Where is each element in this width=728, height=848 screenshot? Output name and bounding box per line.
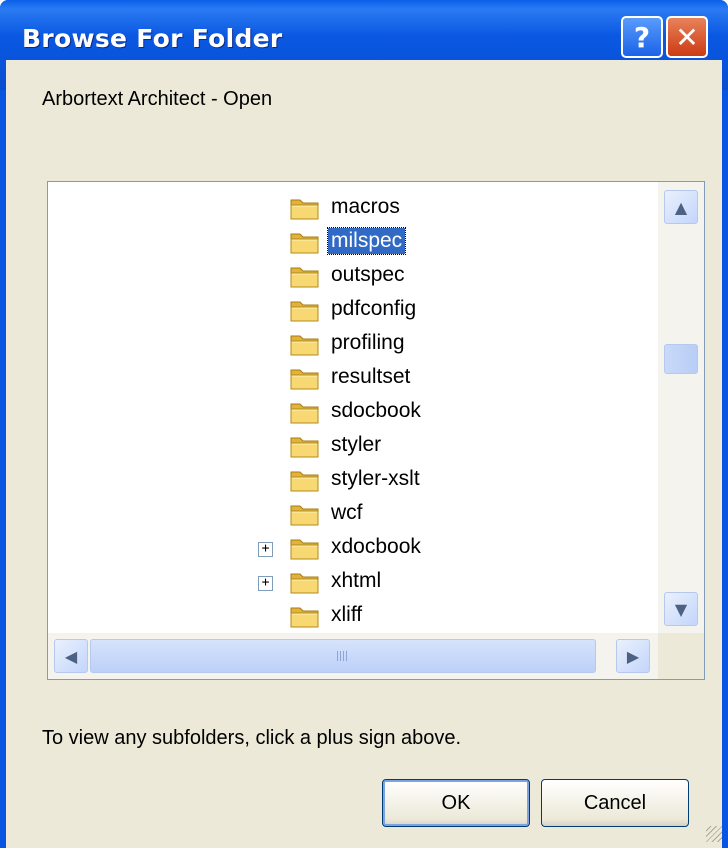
hint-text: To view any subfolders, click a plus sig… [42,727,462,749]
folder-icon [290,264,320,288]
horizontal-scroll-thumb[interactable] [90,639,596,673]
tree-item[interactable]: wcf [48,498,648,532]
horizontal-scrollbar[interactable]: ◀ ▶ [48,633,658,679]
tree-item[interactable]: pdfconfig [48,294,648,328]
folder-icon [290,570,320,594]
folder-icon [290,434,320,458]
folder-icon [290,230,320,254]
cancel-button[interactable]: Cancel [541,779,689,827]
expand-plus-icon[interactable]: + [258,542,273,557]
tree-item-label: xhtml [331,569,382,592]
chevron-down-icon: ▼ [674,599,688,619]
chevron-up-icon: ▲ [674,197,688,217]
folder-icon [290,196,320,220]
folder-tree-list: macros milspec outspec pdfconfig profiling re… [48,182,658,632]
close-button[interactable]: ✕ [666,16,708,58]
folder-icon [290,366,320,390]
ok-button[interactable]: OK [382,779,530,827]
folder-icon [290,400,320,424]
tree-item[interactable]: xliff [48,600,648,632]
tree-item[interactable]: + xhtml [48,566,648,600]
folder-icon [290,604,320,628]
tree-item-label: pdfconfig [331,297,417,320]
tree-item[interactable]: outspec [48,260,648,294]
vertical-scrollbar[interactable]: ▲ ▼ [658,182,704,633]
tree-item[interactable]: sdocbook [48,396,648,430]
help-button[interactable]: ? [621,16,663,58]
tree-item[interactable]: macros [48,192,648,226]
scroll-down-button[interactable]: ▼ [664,592,698,626]
expand-plus-icon[interactable]: + [258,576,273,591]
folder-icon [290,536,320,560]
tree-item-label: wcf [331,501,363,524]
chevron-left-icon: ◀ [64,646,78,666]
folder-icon [290,298,320,322]
folder-icon [290,332,320,356]
tree-item[interactable]: styler [48,430,648,464]
tree-item[interactable]: milspec [48,226,648,260]
tree-item[interactable]: profiling [48,328,648,362]
help-icon: ? [633,20,651,54]
tree-item-label: styler [331,433,382,456]
folder-icon [290,502,320,526]
resize-grip-icon[interactable] [706,826,722,842]
tree-item-label: xdocbook [331,535,421,558]
close-icon: ✕ [675,20,699,54]
tree-item-label: sdocbook [331,399,421,422]
vertical-scroll-thumb[interactable] [664,344,698,374]
tree-item-label: macros [331,195,400,218]
tree-item[interactable]: styler-xslt [48,464,648,498]
scrollbar-corner [658,633,704,679]
scroll-right-button[interactable]: ▶ [616,639,650,673]
browse-folder-dialog: Browse For Folder ? ✕ Arbortext Architec… [0,0,728,848]
tree-item-label: profiling [331,331,405,354]
scroll-up-button[interactable]: ▲ [664,190,698,224]
tree-item-label: xliff [331,603,363,626]
tree-item-label: resultset [331,365,411,388]
tree-item-label: styler-xslt [331,467,420,490]
tree-item[interactable]: resultset [48,362,648,396]
tree-item-label: milspec [326,227,407,255]
window-title: Browse For Folder [22,24,283,53]
scroll-left-button[interactable]: ◀ [54,639,88,673]
tree-item[interactable]: + xdocbook [48,532,648,566]
tree-item-label: outspec [331,263,405,286]
folder-tree[interactable]: macros milspec outspec pdfconfig profiling re… [47,181,705,680]
dialog-subtitle: Arbortext Architect - Open [42,88,273,110]
folder-icon [290,468,320,492]
grip-icon [337,651,349,661]
chevron-right-icon: ▶ [626,646,640,666]
